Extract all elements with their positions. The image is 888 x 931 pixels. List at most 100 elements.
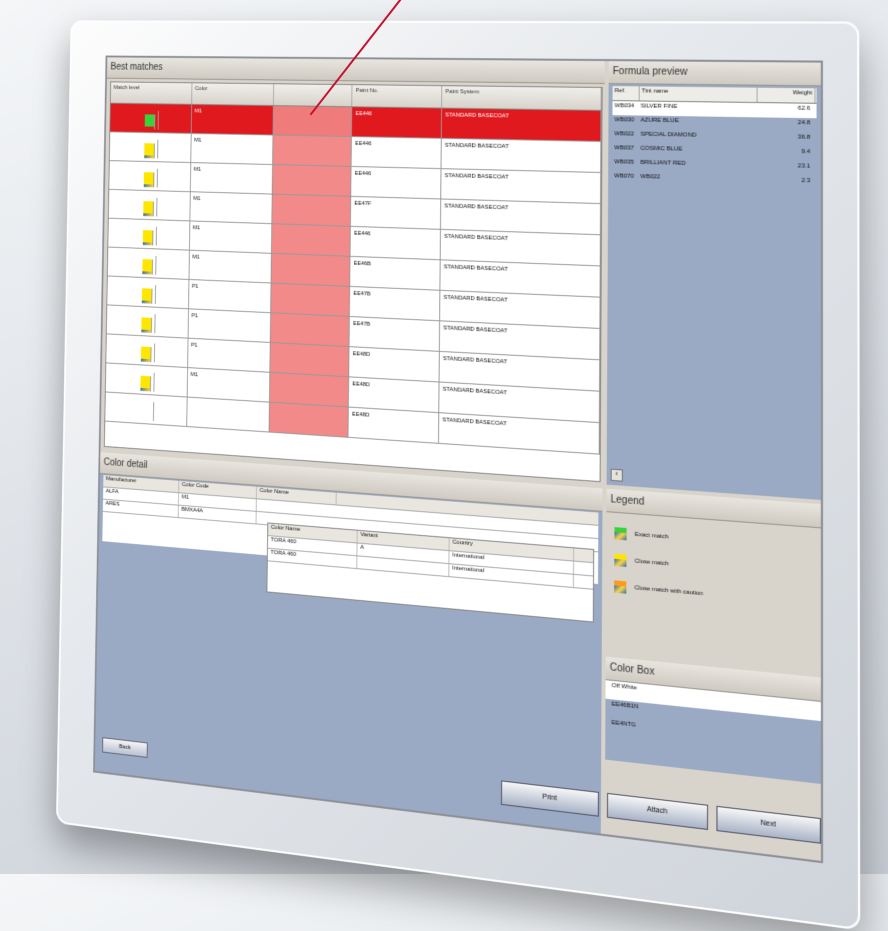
color-cell: M1 (191, 163, 273, 194)
swatch-cell (272, 195, 351, 226)
legend-item: Close match with caution (614, 580, 812, 610)
match-level-cell (106, 334, 188, 367)
paint-no-cell: EE446 (352, 107, 442, 138)
close-match-icon (140, 255, 157, 274)
legend-panel: Legend Exact match Close match Close match… (606, 489, 821, 674)
application-screen: Best matches Match level Color Paint No.… (93, 56, 823, 864)
close-match-icon (141, 168, 158, 187)
formula-cell: WB034 (612, 101, 638, 115)
exact-match-icon (142, 111, 159, 130)
color-cell (187, 398, 270, 432)
formula-cell: WB035 (612, 157, 638, 172)
legend-label: Exact match (635, 532, 669, 541)
column-header[interactable]: Weight (758, 88, 816, 103)
column-header[interactable]: Tint name (640, 86, 758, 102)
caution-match-icon (614, 580, 626, 593)
formula-cell: WB022 (612, 129, 638, 144)
legend-items: Exact match Close match Close match with c… (606, 526, 821, 610)
paint-no-cell: EE48D (349, 377, 440, 412)
paint-system-cell: STANDARD BASECOAT (442, 139, 602, 172)
column-header[interactable]: Color (192, 83, 274, 105)
best-matches-grid: Match level Color Paint No. Paint System… (104, 81, 603, 482)
paint-no-cell: EE48D (349, 408, 440, 443)
swatch-cell (273, 136, 352, 166)
color-cell: M1 (188, 368, 271, 402)
paint-no-cell: EE46B (351, 257, 441, 290)
match-level-cell (107, 276, 189, 308)
paint-no-cell: EE446 (351, 227, 441, 259)
formula-cell: WB030 (612, 115, 638, 129)
close-match-icon (141, 197, 158, 216)
print-button[interactable]: Print (501, 780, 599, 816)
match-level-cell (105, 392, 187, 426)
close-match-icon (138, 343, 155, 363)
legend-item: Exact match (614, 527, 812, 555)
best-matches-title: Best matches (107, 57, 605, 84)
swatch-cell (270, 373, 350, 407)
paint-system-cell: STANDARD BASECOAT (441, 199, 601, 234)
close-match-icon (138, 372, 155, 392)
color-cell: P1 (188, 339, 271, 372)
formula-cell: 9.4 (755, 146, 812, 162)
swatch-cell (271, 283, 350, 316)
best-matches-panel: Best matches Match level Color Paint No.… (100, 57, 604, 484)
best-matches-rows: M1 EE446 STANDARD BASECOAT M1 EE446 STANDARD … (105, 104, 601, 455)
monitor: Best matches Match level Color Paint No.… (56, 20, 860, 930)
next-button[interactable]: Next (716, 806, 820, 844)
formula-cell: WB070 (612, 171, 638, 186)
formula-cell: 2.3 (755, 175, 812, 191)
paint-no-cell: EE48D (350, 347, 441, 381)
match-level-cell (107, 305, 189, 337)
paint-system-cell: STANDARD BASECOAT (441, 230, 601, 266)
formula-cell: 24.8 (755, 117, 812, 132)
color-cell: M1 (190, 192, 272, 223)
paint-no-cell: EE47F (351, 197, 441, 229)
legend-item: Close match (614, 554, 812, 583)
column-header[interactable]: Match level (111, 82, 193, 104)
paint-system-cell: STANDARD BASECOAT (442, 109, 601, 141)
match-level-cell (108, 219, 190, 250)
paint-system-cell: STANDARD BASECOAT (442, 169, 602, 203)
swatch-cell (270, 403, 350, 437)
swatch-cell (271, 313, 350, 346)
swatch-cell (270, 343, 349, 376)
color-cell: M1 (191, 134, 273, 164)
formula-rows: WB034 SILVER FINE 62.6 WB030 AZURE BLUE 24.8 W… (608, 101, 821, 191)
paint-no-cell: EE47B (350, 317, 441, 351)
color-cell: P1 (189, 280, 272, 312)
formula-cell: 23.1 (755, 160, 812, 176)
legend-label: Close match with caution (634, 585, 703, 597)
color-cell: M1 (190, 221, 272, 252)
exact-match-icon (614, 527, 626, 540)
formula-cell: 62.6 (755, 103, 812, 118)
close-match-icon (614, 554, 626, 567)
swatch-cell (273, 165, 352, 196)
formula-cell: 36.8 (755, 132, 812, 147)
match-level-cell (110, 132, 192, 162)
color-cell: M1 (189, 251, 272, 283)
formula-cell: WB022 (638, 172, 755, 189)
match-level-cell (110, 104, 192, 133)
none-match-icon (137, 401, 154, 421)
match-level-cell (106, 363, 188, 396)
attach-button[interactable]: Attach (607, 793, 708, 830)
column-header[interactable]: Paint System (442, 86, 601, 110)
back-button[interactable]: Back (102, 737, 148, 758)
match-level-cell (108, 248, 190, 279)
match-level-cell (109, 190, 191, 221)
paint-no-cell: EE446 (352, 137, 442, 168)
match-level-cell (109, 161, 191, 191)
formula-cell: WB037 (612, 143, 638, 158)
close-match-icon (139, 284, 156, 304)
swatch-cell (272, 224, 351, 256)
column-header[interactable]: Paint No. (353, 85, 443, 107)
column-header[interactable]: Ref. (613, 86, 640, 100)
formula-preview-title: Formula preview (609, 61, 821, 86)
close-match-icon (142, 139, 159, 158)
paint-no-cell: EE47B (350, 287, 441, 320)
column-header[interactable] (274, 84, 353, 106)
scroll-left-icon[interactable]: ‹ (611, 469, 623, 482)
color-box-panel: Color Box Off White EE46B1N EE4NTG (605, 657, 821, 784)
legend-label: Close match (635, 558, 669, 567)
color-cell: P1 (189, 309, 272, 342)
